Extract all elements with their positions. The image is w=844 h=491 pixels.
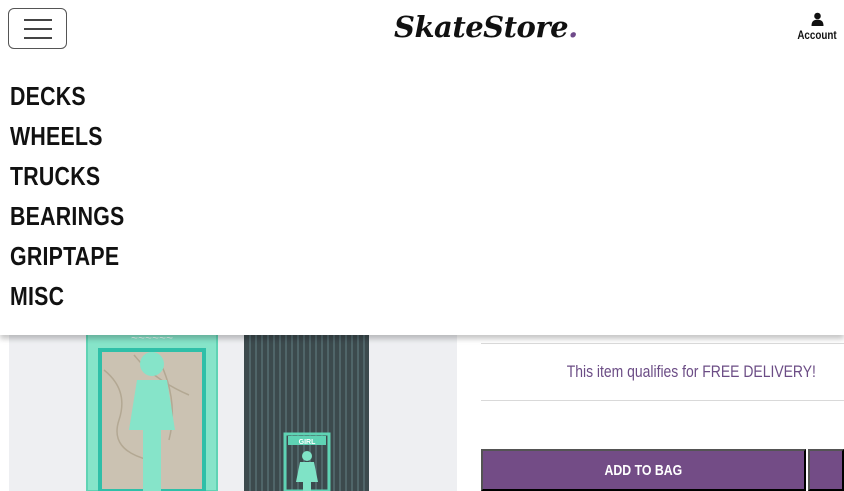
account-link[interactable]: Account (794, 12, 840, 42)
user-icon (811, 12, 823, 26)
nav-item-griptape[interactable]: GRIPTAPE (10, 241, 119, 271)
nav-item-wheels[interactable]: WHEELS (10, 121, 103, 151)
add-to-bag-label: ADD TO BAG (604, 461, 683, 479)
nav-item-trucks[interactable]: TRUCKS (10, 161, 100, 191)
site-logo[interactable]: SkateStore. (394, 10, 578, 44)
add-to-bag-button[interactable]: ADD TO BAG (481, 449, 806, 491)
site-header: SkateStore. Account (0, 0, 844, 62)
hamburger-icon-line (23, 18, 52, 21)
wishlist-button[interactable] (808, 449, 844, 491)
logo-text: SkateStore (394, 10, 569, 44)
category-nav-menu: DECKS WHEELS TRUCKS BEARINGS GRIPTAPE MI… (0, 62, 844, 335)
free-delivery-note: This item qualifies for FREE DELIVERY! (566, 362, 816, 381)
nav-item-bearings[interactable]: BEARINGS (10, 201, 125, 231)
deck-brand-label: GIRL (299, 439, 316, 446)
logo-dot: . (568, 10, 578, 44)
hamburger-icon-line (23, 27, 52, 30)
nav-item-misc[interactable]: MISC (10, 281, 64, 311)
divider (481, 400, 844, 401)
account-label: Account (797, 28, 837, 42)
menu-toggle-button[interactable] (8, 8, 67, 49)
nav-item-decks[interactable]: DECKS (10, 81, 86, 111)
divider (481, 343, 844, 344)
hamburger-icon-line (23, 36, 52, 39)
